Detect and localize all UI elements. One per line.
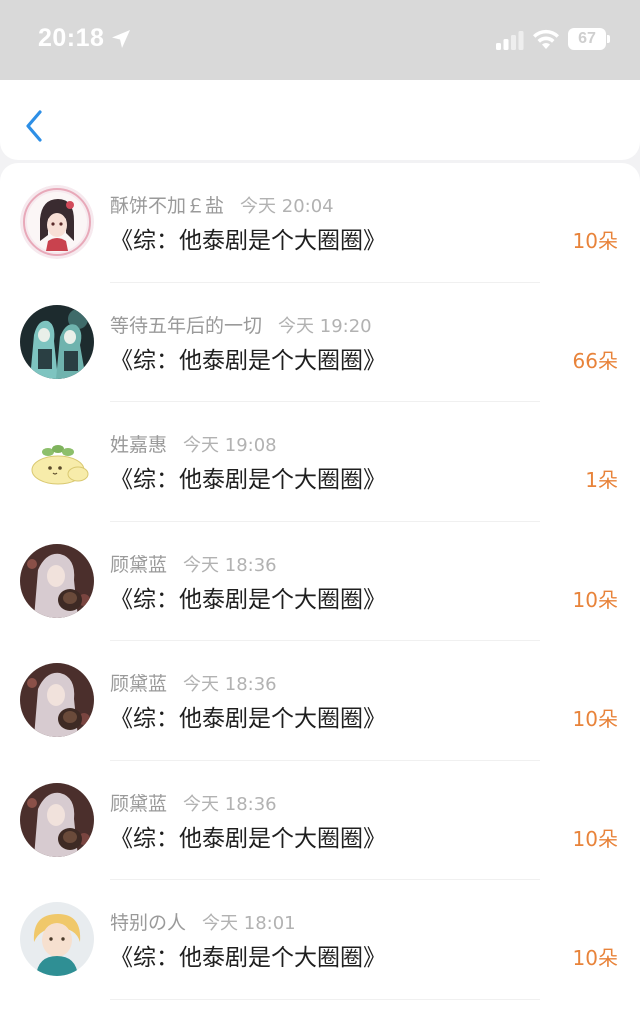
avatar[interactable] [20,543,94,618]
status-time: 20:18 [38,24,105,52]
book-title: 《综：他泰剧是个大圈圈》 [110,586,386,613]
sender-name: 酥饼不加￡盐 今天 20:04 [110,191,334,218]
battery-tip [607,35,610,43]
sender-name-text: 等待五年后的一切 [110,314,263,337]
sender-name: 顾黛蓝 今天 18:36 [110,669,277,696]
flower-record-list: 酥饼不加￡盐 今天 20:04 《综：他泰剧是个大圈圈》 10朵 等待五年后的一切… [0,163,640,1014]
back-button[interactable] [20,108,50,144]
list-item[interactable]: 顾黛蓝 今天 18:36 《综：他泰剧是个大圈圈》 10朵 [0,522,640,641]
record-time: 今天 19:08 [183,435,277,456]
anime-girl-avatar-icon [20,185,94,259]
twin-anime-girls-avatar-icon [20,304,94,379]
sender-name-text: 顾黛蓝 [110,792,168,815]
sender-name-text: 顾黛蓝 [110,673,168,695]
wifi-icon [533,29,559,49]
sender-name: 等待五年后的一切 今天 19:20 [110,311,372,338]
flower-amount: 10朵 [572,587,618,612]
record-time: 今天 19:20 [278,315,372,337]
avatar[interactable] [20,902,94,976]
record-time: 今天 18:36 [183,674,277,695]
flower-amount: 66朵 [572,348,618,373]
row-divider [110,998,540,1000]
record-time: 今天 20:04 [240,196,334,217]
list-item[interactable]: 顾黛蓝 今天 18:36 《综：他泰剧是个大圈圈》 10朵 [0,641,640,761]
sender-name: 顾黛蓝 今天 18:36 [110,550,277,577]
battery-indicator: 67 [568,28,606,50]
book-title: 《综：他泰剧是个大圈圈》 [110,347,386,374]
flower-amount: 10朵 [572,707,618,731]
cellular-signal-icon [496,31,524,50]
book-title: 《综：他泰剧是个大圈圈》 [110,706,386,732]
silver-hair-girl-avatar-icon [20,663,94,737]
list-item[interactable]: 酥饼不加￡盐 今天 20:04 《综：他泰剧是个大圈圈》 10朵 [0,163,640,283]
yellow-blob-avatar-icon [20,424,94,498]
navigation-bar [0,80,640,160]
book-title: 《综：他泰剧是个大圈圈》 [110,945,386,971]
avatar[interactable] [20,304,94,379]
book-title: 《综：他泰剧是个大圈圈》 [110,825,386,852]
sender-name: 特别の人 今天 18:01 [110,908,296,935]
location-arrow-icon [112,30,130,48]
sender-name-text: 特别の人 [110,912,187,934]
book-title: 《综：他泰剧是个大圈圈》 [110,467,386,493]
avatar[interactable] [20,782,94,857]
flower-amount: 1朵 [585,468,618,492]
sender-name-text: 顾黛蓝 [110,553,168,576]
flower-amount: 10朵 [572,826,618,851]
status-bar: 20:18 67 [0,0,640,80]
list-item[interactable]: 姓嘉惠 今天 19:08 《综：他泰剧是个大圈圈》 1朵 [0,402,640,522]
record-time: 今天 18:01 [202,913,296,934]
blonde-boy-avatar-icon [20,902,94,976]
flower-amount: 10朵 [572,946,618,970]
sender-name-text: 姓嘉惠 [110,434,168,456]
flower-amount: 10朵 [572,229,618,253]
avatar[interactable] [20,663,94,737]
record-time: 今天 18:36 [183,554,277,576]
list-item[interactable]: 特别の人 今天 18:01 《综：他泰剧是个大圈圈》 10朵 [0,880,640,1000]
silver-hair-girl-avatar-icon [20,782,94,857]
list-item[interactable]: 等待五年后的一切 今天 19:20 《综：他泰剧是个大圈圈》 66朵 [0,283,640,402]
book-title: 《综：他泰剧是个大圈圈》 [110,228,386,254]
list-item[interactable]: 顾黛蓝 今天 18:36 《综：他泰剧是个大圈圈》 10朵 [0,761,640,880]
avatar[interactable] [20,185,94,259]
sender-name: 顾黛蓝 今天 18:36 [110,789,277,816]
sender-name-text: 酥饼不加￡盐 [110,195,225,217]
record-time: 今天 18:36 [183,793,277,815]
sender-name: 姓嘉惠 今天 19:08 [110,430,277,457]
silver-hair-girl-avatar-icon [20,543,94,618]
avatar[interactable] [20,424,94,498]
